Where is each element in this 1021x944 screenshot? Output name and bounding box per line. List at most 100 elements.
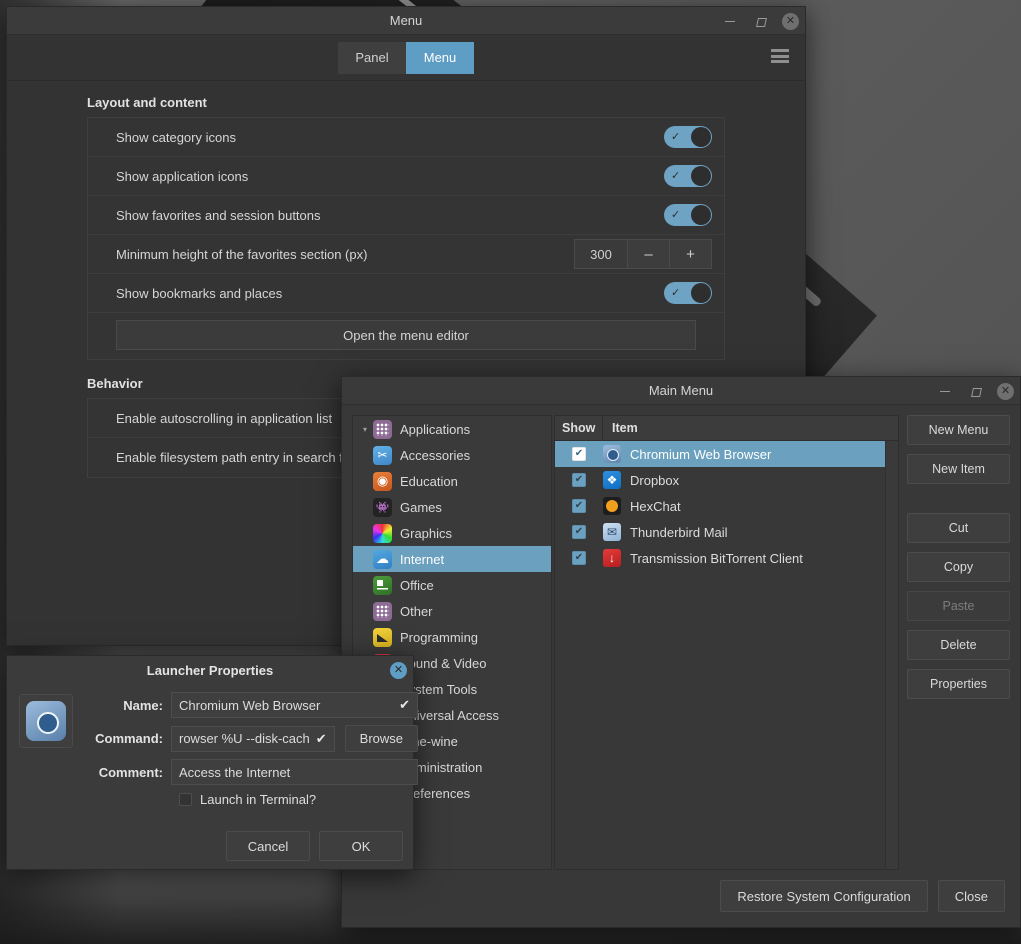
item-list-scrollbar[interactable]	[885, 441, 898, 869]
graphics-icon	[373, 523, 392, 543]
label-command: Command:	[95, 731, 163, 746]
tree-row-internet[interactable]: Internet	[353, 546, 551, 572]
menu-tabbar: Panel Menu	[7, 35, 805, 81]
item-list: Show Item ✔ Chromium Web Browser ✔ ❖ Dro…	[554, 415, 899, 870]
chevron-down-icon[interactable]: ▾	[357, 425, 373, 434]
tree-label-accessories: Accessories	[400, 447, 471, 463]
tree-row-games[interactable]: Games	[353, 494, 551, 520]
tree-label-applications: Applications	[400, 421, 471, 437]
close-icon[interactable]: ✕	[782, 12, 799, 30]
tree-label-programming: Programming	[400, 629, 479, 645]
browse-button[interactable]: Browse	[344, 725, 419, 752]
menu-window-titlebar[interactable]: Menu ✕	[7, 7, 805, 35]
row-show-application-icons: Show application icons ✓	[88, 157, 724, 196]
item-list-header: Show Item	[555, 416, 898, 441]
launch-in-terminal-checkbox[interactable]	[179, 793, 192, 806]
show-checkbox-transmission[interactable]: ✔	[555, 551, 603, 565]
tree-row-programming[interactable]: Programming	[353, 624, 551, 650]
toggle-show-application-icons[interactable]: ✓	[664, 165, 712, 187]
launch-in-terminal-row: Launch in Terminal?	[83, 792, 418, 807]
dropbox-icon	[603, 471, 621, 489]
valid-check-icon: ✔	[399, 697, 411, 712]
minimize-icon[interactable]	[937, 383, 953, 399]
tab-menu[interactable]: Menu	[406, 41, 474, 74]
command-field[interactable]: rowser %U --disk-cach ✔	[171, 725, 335, 752]
table-row[interactable]: ✔ Transmission BitTorrent Client	[555, 545, 885, 571]
table-row[interactable]: ✔ Chromium Web Browser	[555, 441, 885, 467]
maximize-icon[interactable]	[752, 13, 768, 29]
tree-label-internet: Internet	[400, 551, 445, 567]
properties-button[interactable]: Properties	[907, 669, 1010, 699]
item-label: Thunderbird Mail	[630, 524, 728, 540]
favorites-height-stepper[interactable]: 300 – +	[574, 239, 712, 269]
label-show-category-icons: Show category icons	[116, 129, 236, 145]
launcher-command-line: Command: rowser %U --disk-cach ✔ Browse	[83, 725, 419, 752]
favorites-height-decrement[interactable]: –	[627, 240, 669, 268]
row-show-bookmarks-places: Show bookmarks and places ✓	[88, 274, 724, 313]
games-icon	[373, 497, 392, 517]
launcher-dialog-title: Launcher Properties	[146, 662, 274, 678]
command-field-value: rowser %U --disk-cach	[179, 731, 310, 746]
delete-button[interactable]: Delete	[907, 630, 1010, 660]
show-checkbox-hexchat[interactable]: ✔	[555, 499, 603, 513]
tree-label-education: Education	[400, 473, 458, 489]
copy-button[interactable]: Copy	[907, 552, 1010, 582]
tree-label-other: Other	[400, 603, 433, 619]
thunderbird-icon	[603, 523, 621, 541]
close-button[interactable]: Close	[937, 880, 1005, 912]
table-row[interactable]: ✔ Dropbox	[555, 467, 885, 493]
label-show-favorites-session: Show favorites and session buttons	[116, 207, 321, 223]
row-show-category-icons: Show category icons ✓	[88, 118, 724, 157]
tree-row-other[interactable]: Other	[353, 598, 551, 624]
restore-system-configuration-button[interactable]: Restore System Configuration	[720, 880, 928, 912]
item-label: HexChat	[630, 498, 681, 514]
tree-row-office[interactable]: Office	[353, 572, 551, 598]
table-row[interactable]: ✔ HexChat	[555, 493, 885, 519]
tree-label-games: Games	[400, 499, 442, 515]
tree-row-education[interactable]: Education	[353, 468, 551, 494]
layout-settings-group: Show category icons ✓ Show application i…	[87, 117, 725, 360]
favorites-height-increment[interactable]: +	[669, 240, 711, 268]
ok-button[interactable]: OK	[319, 831, 403, 861]
show-checkbox-chromium[interactable]: ✔	[555, 447, 603, 461]
label-name: Name:	[123, 697, 163, 713]
open-menu-editor-button[interactable]: Open the menu editor	[116, 320, 696, 350]
cut-button[interactable]: Cut	[907, 513, 1010, 543]
launcher-properties-dialog: Launcher Properties ✕ Name: Chromium Web…	[6, 655, 419, 870]
maximize-icon[interactable]	[967, 383, 983, 399]
new-menu-button[interactable]: New Menu	[907, 415, 1010, 445]
table-row[interactable]: ✔ Thunderbird Mail	[555, 519, 885, 545]
name-field[interactable]: Chromium Web Browser ✔	[171, 692, 419, 718]
tree-row-graphics[interactable]: Graphics	[353, 520, 551, 546]
close-icon[interactable]: ✕	[390, 661, 407, 679]
minimize-icon[interactable]	[722, 13, 738, 29]
new-item-button[interactable]: New Item	[907, 454, 1010, 484]
show-checkbox-dropbox[interactable]: ✔	[555, 473, 603, 487]
main-menu-side-buttons: New Menu New Item Cut Copy Paste Delete …	[907, 415, 1010, 870]
toggle-show-category-icons[interactable]: ✓	[664, 126, 712, 148]
row-show-favorites-session: Show favorites and session buttons ✓	[88, 196, 724, 235]
chromium-icon	[603, 445, 621, 463]
name-field-value: Chromium Web Browser	[179, 697, 321, 713]
launcher-dialog-titlebar[interactable]: Launcher Properties ✕	[7, 656, 413, 684]
toggle-show-favorites-session[interactable]: ✓	[664, 204, 712, 226]
programming-icon	[373, 627, 392, 647]
item-label: Chromium Web Browser	[630, 446, 772, 462]
favorites-height-value[interactable]: 300	[575, 240, 627, 268]
hamburger-menu-icon[interactable]	[771, 49, 789, 63]
tab-panel[interactable]: Panel	[338, 41, 406, 74]
label-show-application-icons: Show application icons	[116, 168, 249, 184]
toggle-show-bookmarks-places[interactable]: ✓	[664, 282, 712, 304]
tree-row-accessories[interactable]: Accessories	[353, 442, 551, 468]
launcher-icon-button[interactable]	[19, 694, 73, 748]
tree-row-applications[interactable]: ▾ Applications	[353, 416, 551, 442]
comment-field[interactable]: Access the Internet	[171, 759, 419, 785]
tree-label-graphics: Graphics	[400, 525, 453, 541]
show-checkbox-thunderbird[interactable]: ✔	[555, 525, 603, 539]
launcher-fields: Name: Chromium Web Browser ✔ Command: ro…	[83, 692, 419, 807]
main-menu-title: Main Menu	[648, 383, 714, 398]
main-menu-titlebar[interactable]: Main Menu ✕	[342, 377, 1020, 405]
cancel-button[interactable]: Cancel	[226, 831, 310, 861]
close-icon[interactable]: ✕	[997, 382, 1014, 400]
launcher-dialog-footer: Cancel OK	[226, 831, 403, 861]
